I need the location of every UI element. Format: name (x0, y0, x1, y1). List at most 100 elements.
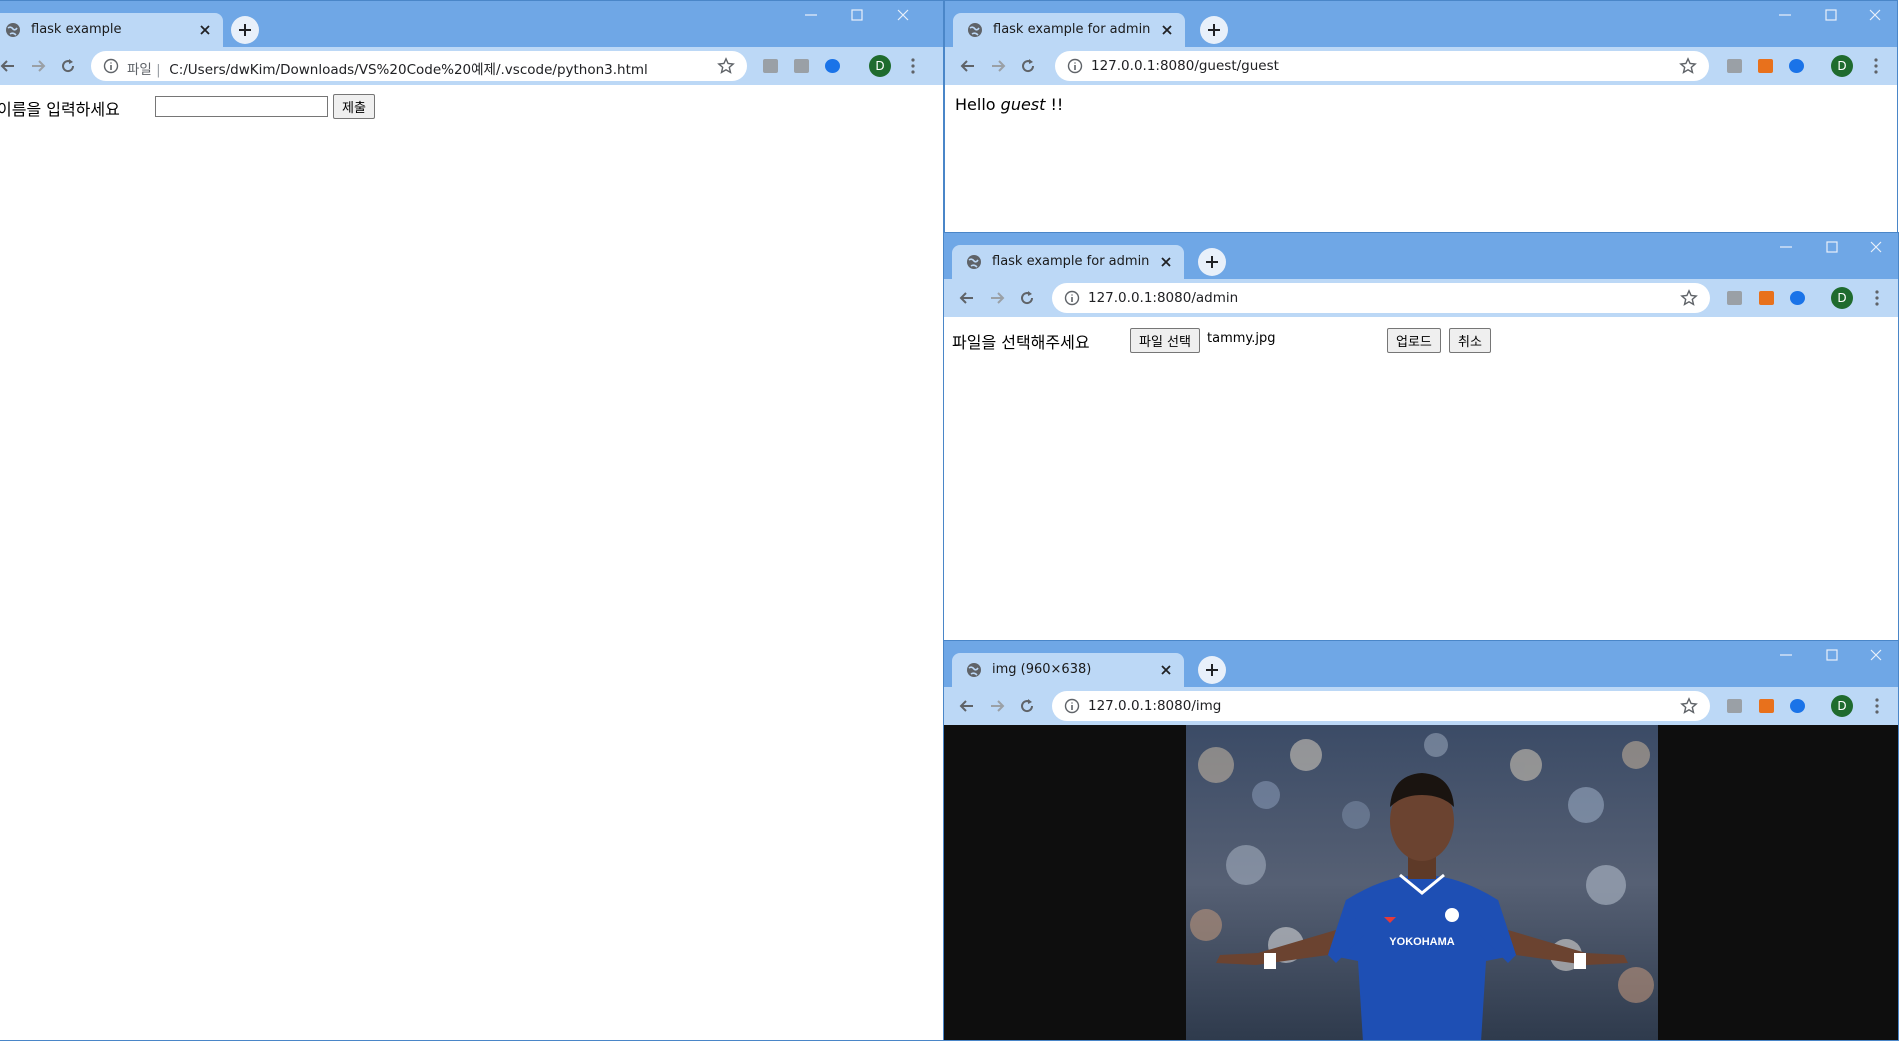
info-icon[interactable] (1067, 58, 1083, 74)
tab-title: img (960×638) (992, 662, 1092, 677)
choose-file-button[interactable]: 파일 선택 (1130, 328, 1200, 353)
forward-icon[interactable] (989, 57, 1007, 75)
forward-icon[interactable] (988, 289, 1006, 307)
window-close-icon[interactable] (895, 7, 911, 23)
close-icon[interactable] (1158, 662, 1174, 678)
minimize-icon[interactable] (1778, 239, 1794, 255)
minimize-icon[interactable] (1778, 647, 1794, 663)
forward-icon[interactable] (29, 57, 47, 75)
maximize-icon[interactable] (1824, 647, 1840, 663)
window-close-icon[interactable] (1868, 647, 1884, 663)
avatar[interactable]: D (1831, 695, 1853, 717)
browser-window-img: img (960×638) 127.0.0.1:8080/img D YOKOH… (943, 640, 1899, 1041)
extension-icon[interactable] (1727, 291, 1742, 305)
toolbar: 127.0.0.1:8080/img D (944, 687, 1898, 725)
window-close-icon[interactable] (1867, 7, 1883, 23)
extension-icon[interactable] (1759, 699, 1774, 713)
minimize-icon[interactable] (1777, 7, 1793, 23)
address-text: 127.0.0.1:8080/img (1088, 698, 1222, 714)
avatar[interactable]: D (869, 55, 891, 77)
close-icon[interactable] (197, 22, 213, 38)
extension-icon[interactable] (1727, 59, 1742, 73)
browser-window-admin: flask example for admin 127.0.0.1:8080/a… (943, 232, 1899, 642)
globe-icon (968, 23, 982, 37)
info-icon[interactable] (1064, 290, 1080, 306)
extension-icon[interactable] (1758, 59, 1773, 73)
extension-icon[interactable] (1727, 699, 1742, 713)
maximize-icon[interactable] (1824, 239, 1840, 255)
globe-icon (967, 663, 981, 677)
address-text: C:/Users/dwKim/Downloads/VS%20Code%20예제/… (169, 62, 648, 78)
extension-icon[interactable] (1759, 291, 1774, 305)
guest-name: guest (1000, 95, 1046, 114)
back-icon[interactable] (958, 289, 976, 307)
menu-icon[interactable] (911, 58, 915, 74)
title-bar[interactable]: flask example (0, 1, 943, 47)
new-tab-icon (1208, 24, 1220, 36)
star-icon[interactable] (1680, 697, 1698, 715)
extension-icon[interactable] (1789, 59, 1804, 73)
tab-admin[interactable]: flask example for admin (952, 245, 1184, 279)
address-bar[interactable]: 127.0.0.1:8080/img (1052, 691, 1710, 721)
maximize-icon[interactable] (849, 7, 865, 23)
browser-window-guest: flask example for admin 127.0.0.1:8080/g… (944, 0, 1898, 236)
back-icon[interactable] (959, 57, 977, 75)
name-label: 이름을 입력하세요 (0, 100, 120, 119)
tab-title: flask example for admin (993, 22, 1151, 37)
star-icon[interactable] (1680, 289, 1698, 307)
tab-img[interactable]: img (960×638) (952, 653, 1184, 687)
info-icon[interactable] (103, 58, 119, 74)
file-label: 파일을 선택해주세요 (952, 333, 1090, 352)
back-icon[interactable] (958, 697, 976, 715)
address-bar[interactable]: 파일 | C:/Users/dwKim/Downloads/VS%20Code%… (91, 51, 747, 81)
file-name: tammy.jpg (1207, 331, 1276, 346)
extension-icon[interactable] (763, 59, 778, 73)
tab-guest[interactable]: flask example for admin (953, 13, 1185, 47)
address-prefix: 파일 (127, 62, 152, 78)
globe-icon (967, 255, 981, 269)
tab-flask-example[interactable]: flask example (0, 13, 223, 47)
name-input[interactable] (155, 96, 328, 117)
reload-icon[interactable] (1019, 57, 1037, 75)
new-tab-button[interactable] (231, 16, 259, 44)
window-close-icon[interactable] (1868, 239, 1884, 255)
upload-button[interactable]: 업로드 (1387, 328, 1441, 353)
avatar[interactable]: D (1831, 287, 1853, 309)
close-icon[interactable] (1159, 22, 1175, 38)
extension-icon[interactable] (1790, 699, 1805, 713)
star-icon[interactable] (1679, 57, 1697, 75)
info-icon[interactable] (1064, 698, 1080, 714)
reload-icon[interactable] (59, 57, 77, 75)
extension-icon[interactable] (794, 59, 809, 73)
address-text: 127.0.0.1:8080/guest/guest (1091, 58, 1279, 74)
address-bar[interactable]: 127.0.0.1:8080/guest/guest (1055, 51, 1709, 81)
new-tab-button[interactable] (1198, 248, 1226, 276)
avatar[interactable]: D (1831, 55, 1853, 77)
extension-icon[interactable] (1790, 291, 1805, 305)
title-bar[interactable]: flask example for admin (944, 233, 1898, 279)
jersey-sponsor-text: YOKOHAMA (1389, 936, 1454, 948)
minimize-icon[interactable] (803, 7, 819, 23)
maximize-icon[interactable] (1823, 7, 1839, 23)
cancel-button[interactable]: 취소 (1449, 328, 1491, 353)
toolbar: 파일 | C:/Users/dwKim/Downloads/VS%20Code%… (0, 47, 943, 85)
back-icon[interactable] (0, 57, 17, 75)
new-tab-button[interactable] (1198, 656, 1226, 684)
hello-text: Hello guest !! (955, 95, 1063, 114)
page-content: 파일을 선택해주세요 파일 선택 tammy.jpg 업로드 취소 (944, 317, 1898, 641)
address-bar[interactable]: 127.0.0.1:8080/admin (1052, 283, 1710, 313)
menu-icon[interactable] (1874, 58, 1878, 74)
forward-icon[interactable] (988, 697, 1006, 715)
menu-icon[interactable] (1875, 290, 1879, 306)
title-bar[interactable]: flask example for admin (945, 1, 1897, 47)
reload-icon[interactable] (1018, 289, 1036, 307)
separator: | (151, 62, 170, 78)
star-icon[interactable] (717, 57, 735, 75)
close-icon[interactable] (1158, 254, 1174, 270)
title-bar[interactable]: img (960×638) (944, 641, 1898, 687)
reload-icon[interactable] (1018, 697, 1036, 715)
new-tab-button[interactable] (1200, 16, 1228, 44)
extension-icon[interactable] (825, 59, 840, 73)
menu-icon[interactable] (1875, 698, 1879, 714)
submit-button[interactable]: 제출 (333, 94, 375, 119)
